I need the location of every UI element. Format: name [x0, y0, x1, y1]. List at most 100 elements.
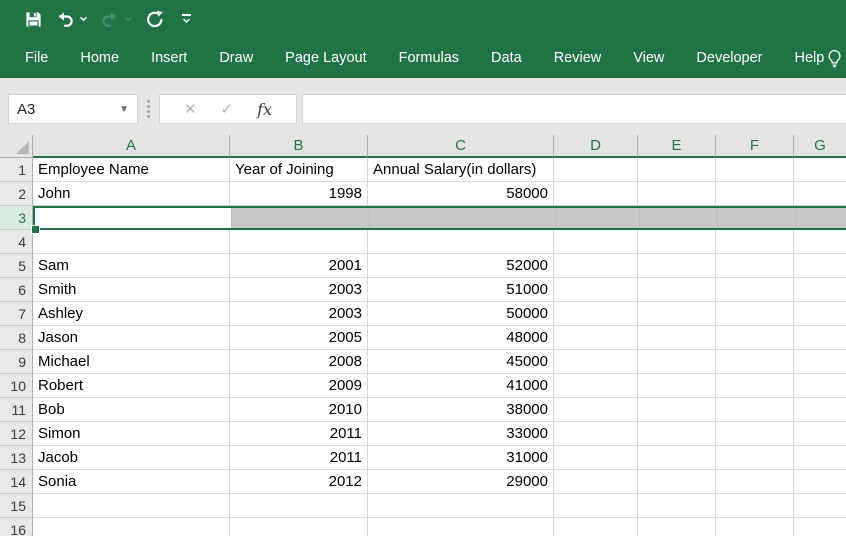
cell-C16[interactable]: [368, 518, 554, 536]
undo-button[interactable]: [55, 9, 88, 29]
cell-D14[interactable]: [554, 470, 638, 494]
column-header-E[interactable]: E: [638, 135, 716, 158]
cell-B9[interactable]: 2008: [230, 350, 368, 374]
cell-F3[interactable]: [718, 208, 796, 228]
cell-C9[interactable]: 45000: [368, 350, 554, 374]
cell-E10[interactable]: [638, 374, 716, 398]
name-box[interactable]: A3 ▼: [8, 94, 138, 124]
cell-G12[interactable]: [794, 422, 846, 446]
cell-C4[interactable]: [368, 230, 554, 254]
cell-E11[interactable]: [638, 398, 716, 422]
cell-D15[interactable]: [554, 494, 638, 518]
row-header-11[interactable]: 11: [0, 398, 33, 422]
cell-D3[interactable]: [556, 208, 640, 228]
tab-review[interactable]: Review: [554, 50, 602, 66]
formula-input[interactable]: [302, 94, 846, 124]
tab-draw[interactable]: Draw: [219, 50, 253, 66]
cell-F5[interactable]: [716, 254, 794, 278]
cell-D8[interactable]: [554, 326, 638, 350]
cell-E6[interactable]: [638, 278, 716, 302]
cell-C15[interactable]: [368, 494, 554, 518]
cell-D6[interactable]: [554, 278, 638, 302]
tab-formulas[interactable]: Formulas: [399, 50, 459, 66]
cell-B2[interactable]: 1998: [230, 182, 368, 206]
tell-me-button[interactable]: [824, 48, 845, 69]
column-header-A[interactable]: A: [33, 135, 230, 158]
cell-D12[interactable]: [554, 422, 638, 446]
cell-G2[interactable]: [794, 182, 846, 206]
cell-G5[interactable]: [794, 254, 846, 278]
undo-dropdown-icon[interactable]: [79, 16, 88, 22]
cell-E5[interactable]: [638, 254, 716, 278]
tab-help[interactable]: Help: [795, 50, 825, 66]
cell-G1[interactable]: [794, 158, 846, 182]
cell-A4[interactable]: [33, 230, 230, 254]
cell-F9[interactable]: [716, 350, 794, 374]
select-all-button[interactable]: [0, 135, 33, 158]
cell-C13[interactable]: 31000: [368, 446, 554, 470]
row-header-8[interactable]: 8: [0, 326, 33, 350]
customize-qat-button[interactable]: [182, 14, 191, 24]
cell-B7[interactable]: 2003: [230, 302, 368, 326]
tab-file[interactable]: File: [25, 50, 48, 66]
row-header-16[interactable]: 16: [0, 518, 33, 536]
cell-G11[interactable]: [794, 398, 846, 422]
row-header-7[interactable]: 7: [0, 302, 33, 326]
row-header-15[interactable]: 15: [0, 494, 33, 518]
cell-E14[interactable]: [638, 470, 716, 494]
cell-G13[interactable]: [794, 446, 846, 470]
cell-D1[interactable]: [554, 158, 638, 182]
cell-G14[interactable]: [794, 470, 846, 494]
cell-G6[interactable]: [794, 278, 846, 302]
row-header-9[interactable]: 9: [0, 350, 33, 374]
cell-F7[interactable]: [716, 302, 794, 326]
cell-C7[interactable]: 50000: [368, 302, 554, 326]
row-header-13[interactable]: 13: [0, 446, 33, 470]
cell-A8[interactable]: Jason: [33, 326, 230, 350]
cell-B10[interactable]: 2009: [230, 374, 368, 398]
column-header-D[interactable]: D: [554, 135, 638, 158]
cell-F13[interactable]: [716, 446, 794, 470]
cell-F11[interactable]: [716, 398, 794, 422]
cell-G8[interactable]: [794, 326, 846, 350]
cell-F1[interactable]: [716, 158, 794, 182]
tab-home[interactable]: Home: [80, 50, 119, 66]
cell-C2[interactable]: 58000: [368, 182, 554, 206]
cell-E8[interactable]: [638, 326, 716, 350]
cell-A10[interactable]: Robert: [33, 374, 230, 398]
cell-D9[interactable]: [554, 350, 638, 374]
tab-insert[interactable]: Insert: [151, 50, 187, 66]
save-button[interactable]: [24, 10, 43, 29]
cell-E12[interactable]: [638, 422, 716, 446]
cell-F12[interactable]: [716, 422, 794, 446]
cell-C3[interactable]: [370, 208, 556, 228]
cell-C5[interactable]: 52000: [368, 254, 554, 278]
cell-B4[interactable]: [230, 230, 368, 254]
cell-E16[interactable]: [638, 518, 716, 536]
row-header-1[interactable]: 1: [0, 158, 33, 182]
row-header-12[interactable]: 12: [0, 422, 33, 446]
cell-C14[interactable]: 29000: [368, 470, 554, 494]
cell-G15[interactable]: [794, 494, 846, 518]
cell-B8[interactable]: 2005: [230, 326, 368, 350]
cell-F15[interactable]: [716, 494, 794, 518]
cell-B16[interactable]: [230, 518, 368, 536]
fill-handle[interactable]: [32, 226, 39, 233]
cell-A2[interactable]: John: [33, 182, 230, 206]
insert-function-icon[interactable]: fx: [257, 100, 272, 119]
tab-developer[interactable]: Developer: [696, 50, 762, 66]
cell-F10[interactable]: [716, 374, 794, 398]
cell-D11[interactable]: [554, 398, 638, 422]
cell-A9[interactable]: Michael: [33, 350, 230, 374]
cell-D16[interactable]: [554, 518, 638, 536]
cell-D4[interactable]: [554, 230, 638, 254]
cell-F16[interactable]: [716, 518, 794, 536]
cell-A7[interactable]: Ashley: [33, 302, 230, 326]
cell-E15[interactable]: [638, 494, 716, 518]
cell-D10[interactable]: [554, 374, 638, 398]
cell-A12[interactable]: Simon: [33, 422, 230, 446]
cell-D13[interactable]: [554, 446, 638, 470]
cell-G10[interactable]: [794, 374, 846, 398]
cell-E13[interactable]: [638, 446, 716, 470]
tab-page-layout[interactable]: Page Layout: [285, 50, 366, 66]
